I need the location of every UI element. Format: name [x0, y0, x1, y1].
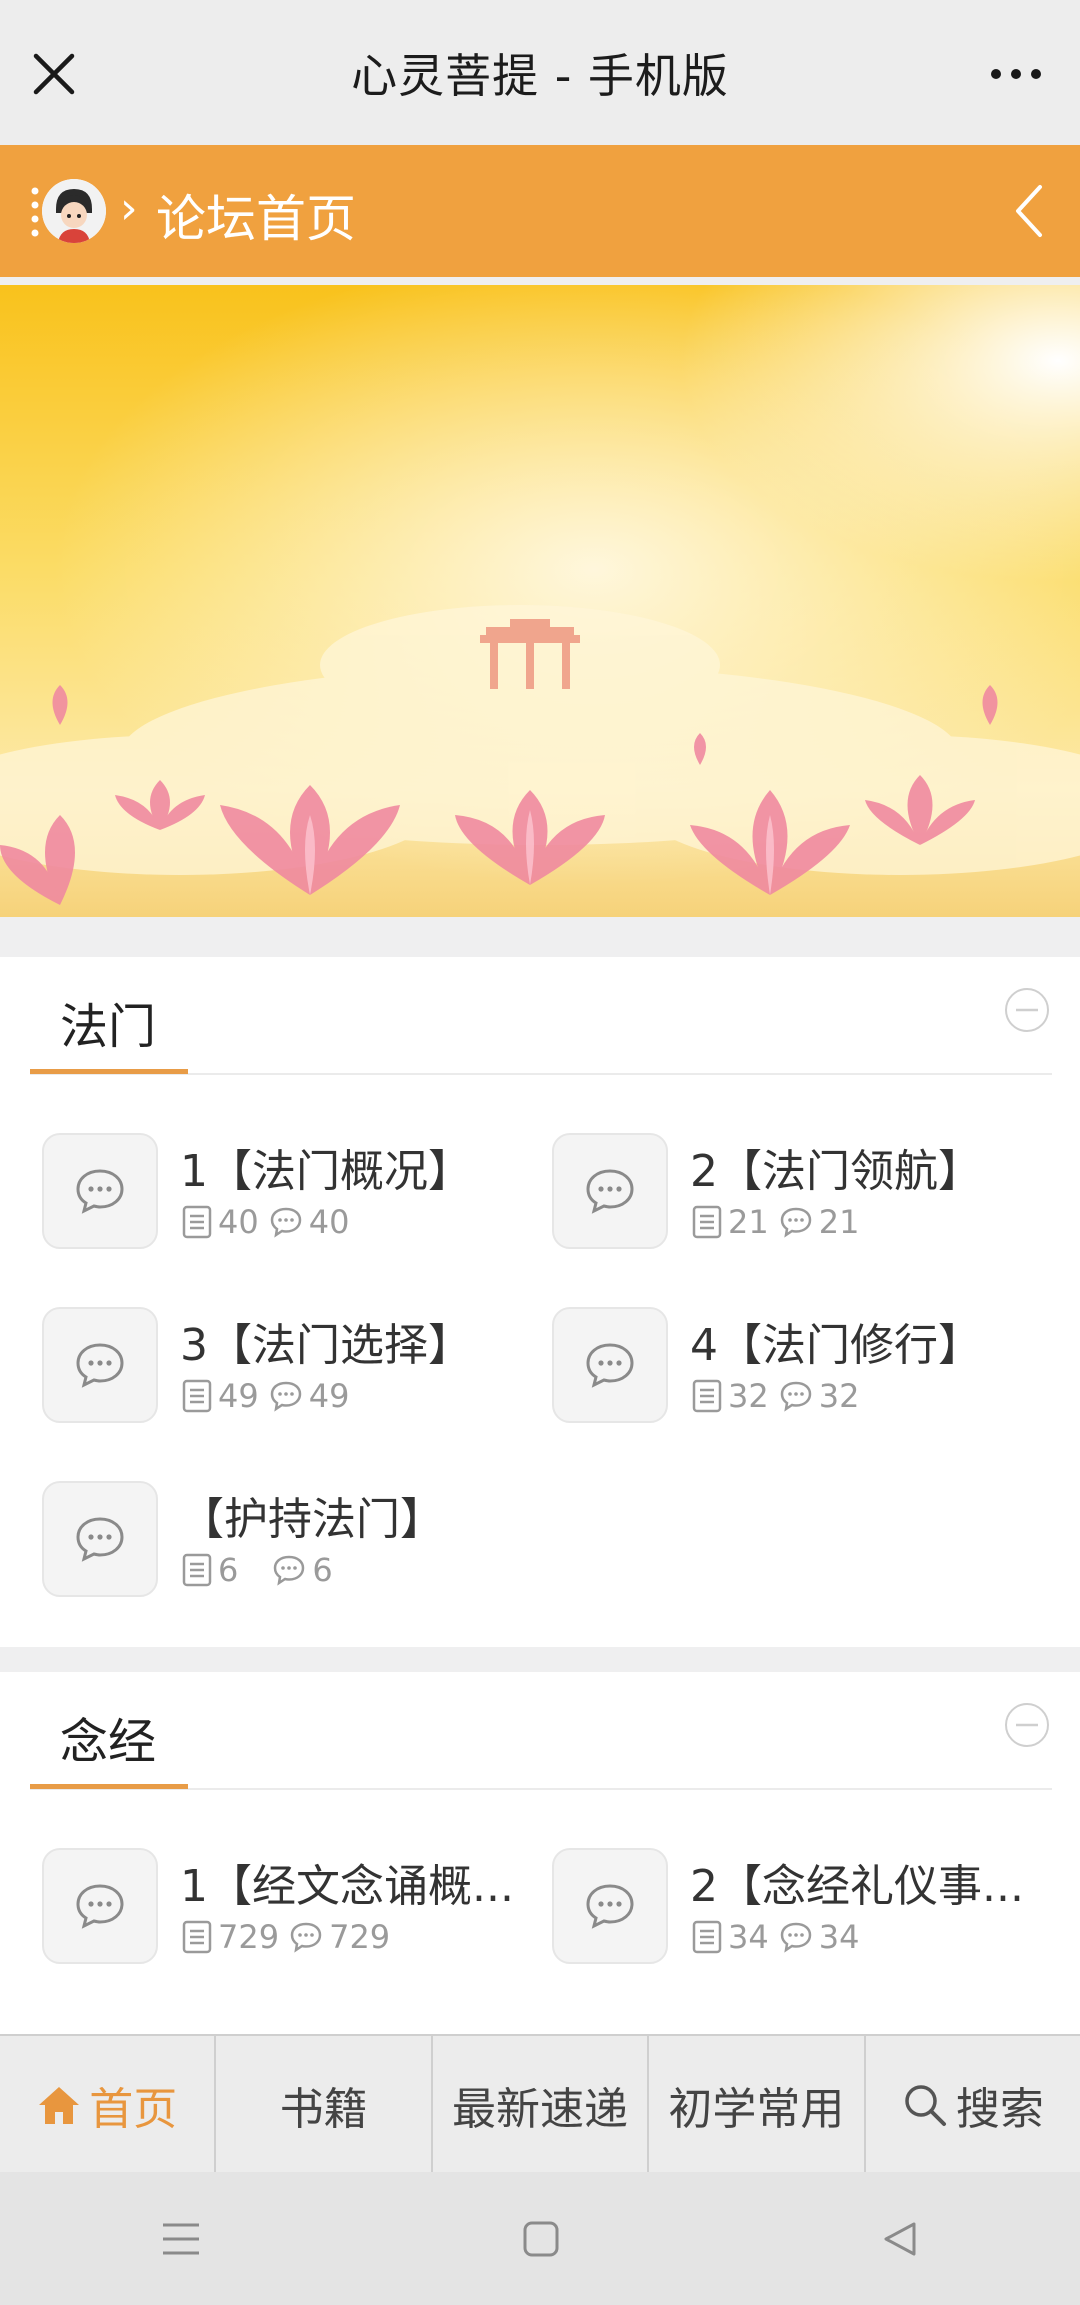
forum-stats: 21 21: [692, 1203, 869, 1241]
post-count: 6: [312, 1551, 333, 1589]
forum-stats: 34 34: [692, 1918, 869, 1956]
forum-name: 【护持法门】: [180, 1494, 444, 1545]
forum-item[interactable]: 4【法门修行】 32 32: [552, 1307, 1052, 1425]
section-title: 法门: [60, 999, 157, 1055]
user-avatar-icon: [42, 179, 106, 243]
chat-bubble-icon: [552, 1307, 668, 1423]
forum-item[interactable]: 2【法门领航】 21 21: [552, 1133, 1052, 1251]
nav-latest[interactable]: 最新速递: [433, 2036, 650, 2174]
post-count: 49: [308, 1377, 350, 1415]
thread-count: 6: [218, 1551, 239, 1589]
chat-bubble-icon: [552, 1133, 668, 1249]
section-header: 念经: [0, 1672, 1080, 1792]
forum-stats: 729 729: [182, 1918, 400, 1956]
close-icon[interactable]: [30, 50, 78, 98]
nav-beginner[interactable]: 初学常用: [649, 2036, 866, 2174]
nav-beginner-label: 初学常用: [668, 2084, 845, 2135]
nav-books[interactable]: 书籍: [216, 2036, 433, 2174]
post-count-icon: [274, 1555, 305, 1586]
forum-stats: 40 40: [182, 1203, 359, 1241]
forum-name: 1【法门概况】: [180, 1146, 472, 1197]
post-count-icon: [780, 1381, 811, 1412]
back-triangle-icon[interactable]: [881, 2220, 919, 2258]
forum-item[interactable]: 【护持法门】 6 6: [42, 1481, 542, 1599]
menu-icon[interactable]: [161, 2221, 201, 2257]
search-icon: [905, 2085, 946, 2126]
page-title: 心灵菩提 - 手机版: [351, 48, 729, 103]
chat-bubble-icon: [552, 1848, 668, 1964]
thread-count: 32: [728, 1377, 769, 1415]
forum-header: › 论坛首页: [0, 145, 1080, 277]
forum-item[interactable]: 3【法门选择】 49 49: [42, 1307, 542, 1425]
thread-count-icon: [692, 1920, 722, 1954]
webview-title-bar: 心灵菩提 - 手机版: [0, 0, 1080, 145]
section-underline: [30, 1784, 188, 1789]
forum-name: 4【法门修行】: [690, 1320, 982, 1371]
lotus-temple-illustration: [0, 285, 1080, 917]
post-count: 34: [818, 1918, 860, 1956]
thread-count-icon: [692, 1205, 722, 1239]
section-header: 法门: [0, 957, 1080, 1077]
nav-home-label: 首页: [89, 2084, 178, 2135]
lotus-banner-image: [0, 285, 1080, 917]
thread-count: 21: [728, 1203, 769, 1241]
chevron-left-icon[interactable]: [1012, 183, 1046, 239]
forum-name: 2【法门领航】: [690, 1146, 982, 1197]
post-count-icon: [290, 1922, 322, 1953]
system-nav-bar: [0, 2172, 1080, 2305]
chat-bubble-icon: [42, 1133, 158, 1249]
thread-count-icon: [692, 1379, 722, 1413]
post-count-icon: [780, 1207, 811, 1238]
forum-name: 3【法门选择】: [180, 1320, 472, 1371]
forum-name: 2【念经礼仪事...: [690, 1861, 1024, 1912]
bottom-nav: 首页 书籍 最新速递 初学常用 搜索: [0, 2034, 1080, 2174]
forum-item[interactable]: 1【经文念诵概... 729 729: [42, 1848, 542, 1966]
forum-section-famen: 法门 1【法门概况】 40 40 2【法门领航】 21 21 3【法门选择】 4…: [0, 957, 1080, 1647]
thread-count-icon: [182, 1205, 212, 1239]
home-icon: [39, 2087, 80, 2124]
thread-count-icon: [182, 1920, 212, 1954]
chat-bubble-icon: [42, 1481, 158, 1597]
home-square-icon[interactable]: [522, 2220, 560, 2258]
drag-dots-icon: [31, 187, 39, 237]
post-count: 729: [329, 1918, 391, 1956]
forum-name: 1【经文念诵概...: [180, 1861, 514, 1912]
collapse-icon[interactable]: [1004, 987, 1050, 1033]
thread-count-icon: [182, 1553, 212, 1587]
collapse-icon[interactable]: [1004, 1702, 1050, 1748]
breadcrumb[interactable]: 论坛首页: [156, 179, 356, 251]
forum-section-nianjing: 念经 1【经文念诵概... 729 729 2【念经礼仪事... 34 34: [0, 1672, 1080, 2034]
forum-stats: 6 6: [182, 1551, 343, 1589]
forum-stats: 32 32: [692, 1377, 869, 1415]
thread-count-icon: [182, 1379, 212, 1413]
post-count-icon: [780, 1922, 811, 1953]
avatar[interactable]: [42, 179, 106, 243]
breadcrumb-separator: ›: [120, 183, 138, 234]
post-count: 32: [818, 1377, 860, 1415]
post-count-icon: [270, 1207, 301, 1238]
nav-home[interactable]: 首页: [0, 2036, 217, 2174]
thread-count: 49: [218, 1377, 259, 1415]
section-title: 念经: [60, 1714, 157, 1770]
post-count-icon: [270, 1381, 301, 1412]
thread-count: 40: [218, 1203, 259, 1241]
nav-search-label: 搜索: [955, 2084, 1044, 2135]
section-underline: [30, 1069, 188, 1074]
thread-count: 729: [218, 1918, 280, 1956]
forum-item[interactable]: 1【法门概况】 40 40: [42, 1133, 542, 1251]
post-count: 21: [818, 1203, 860, 1241]
forum-item[interactable]: 2【念经礼仪事... 34 34: [552, 1848, 1052, 1966]
nav-search[interactable]: 搜索: [866, 2036, 1080, 2174]
nav-books-label: 书籍: [279, 2084, 368, 2135]
post-count: 40: [308, 1203, 350, 1241]
more-icon[interactable]: [988, 60, 1044, 88]
thread-count: 34: [728, 1918, 769, 1956]
nav-latest-label: 最新速递: [452, 2084, 629, 2135]
forum-stats: 49 49: [182, 1377, 359, 1415]
chat-bubble-icon: [42, 1307, 158, 1423]
chat-bubble-icon: [42, 1848, 158, 1964]
